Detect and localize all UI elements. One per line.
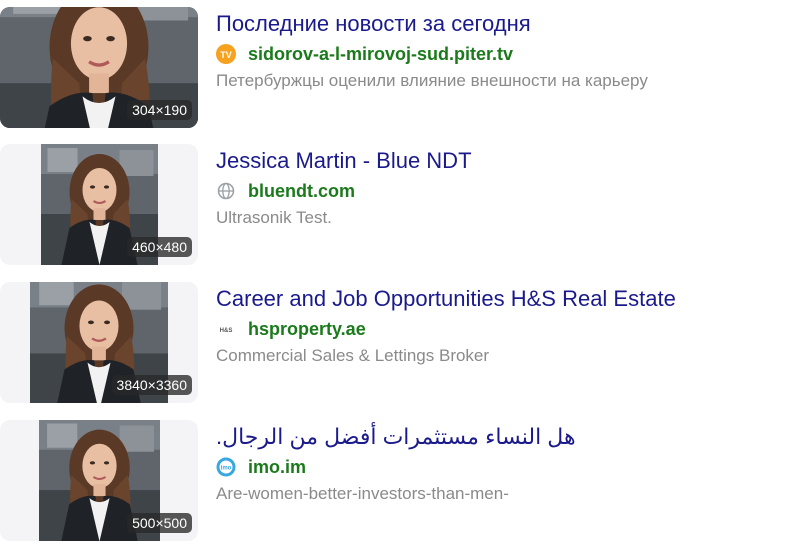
image-size-badge: 3840×3360: [111, 375, 192, 395]
svg-text:imo: imo: [221, 465, 232, 471]
result-title-link[interactable]: هل النساء مستثمرات أفضل من الرجال.: [216, 423, 576, 451]
result-description: Петербуржцы оценили влияние внешности на…: [216, 71, 648, 90]
result-item: 3840×3360 Career and Job Opportunities H…: [0, 275, 791, 403]
svg-text:H&S: H&S: [220, 328, 233, 334]
result-title-link[interactable]: Последние новости за сегодня: [216, 10, 531, 38]
imo-icon: imo: [216, 457, 236, 477]
result-thumbnail[interactable]: 304×190: [0, 7, 198, 128]
result-description: Ultrasonik Test.: [216, 208, 332, 227]
globe-icon: [216, 181, 236, 201]
result-domain: sidorov-a-l-mirovoj-sud.piter.tv: [248, 43, 514, 64]
image-size-badge: 460×480: [127, 237, 192, 257]
result-domain: imo.im: [248, 456, 307, 477]
result-source-link[interactable]: H&S hsproperty.ae: [216, 317, 366, 341]
result-title-link[interactable]: Jessica Martin - Blue NDT: [216, 147, 472, 175]
hs-logo-icon: H&S: [216, 319, 236, 339]
result-thumbnail[interactable]: 500×500: [0, 420, 198, 541]
svg-text:TV: TV: [220, 50, 232, 60]
result-description: Are-women-better-investors-than-men-: [216, 484, 509, 503]
result-source-link[interactable]: bluendt.com: [216, 179, 355, 203]
result-source-link[interactable]: TV sidorov-a-l-mirovoj-sud.piter.tv: [216, 42, 513, 66]
result-item: 460×480 Jessica Martin - Blue NDT bluend…: [0, 137, 791, 265]
image-size-badge: 500×500: [127, 513, 192, 533]
result-item: 500×500 هل النساء مستثمرات أفضل من الرجا…: [0, 413, 791, 541]
result-domain: bluendt.com: [248, 180, 355, 201]
result-source-link[interactable]: imo imo.im: [216, 455, 306, 479]
result-domain: hsproperty.ae: [248, 318, 366, 339]
tv-icon: TV: [216, 44, 236, 64]
image-size-badge: 304×190: [127, 100, 192, 120]
result-thumbnail[interactable]: 460×480: [0, 144, 198, 265]
result-title-link[interactable]: Career and Job Opportunities H&S Real Es…: [216, 285, 676, 313]
result-item: 304×190 Последние новости за сегодня TV …: [0, 0, 791, 128]
result-description: Commercial Sales & Lettings Broker: [216, 346, 490, 365]
result-thumbnail[interactable]: 3840×3360: [0, 282, 198, 403]
